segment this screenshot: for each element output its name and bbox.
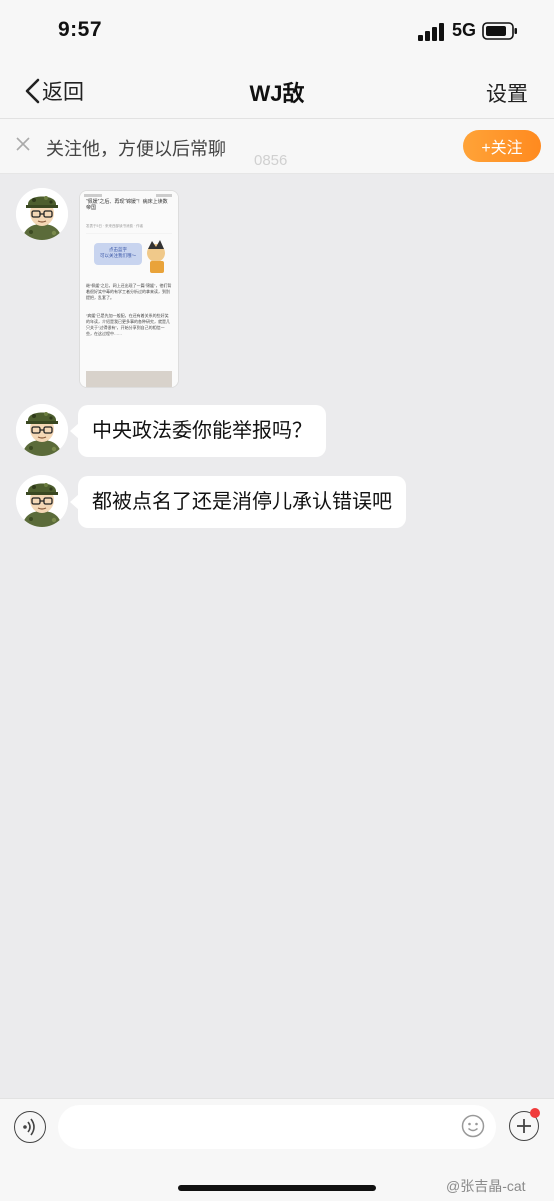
avatar[interactable] xyxy=(16,188,68,240)
nav-bar: 返回 WJ敌 设置 xyxy=(0,62,554,119)
emoji-icon[interactable] xyxy=(461,1114,485,1138)
article-meta: 发表于5日 · 来来西部读书消费 · 作者 xyxy=(86,224,144,228)
network-type: 5G xyxy=(452,20,477,40)
avatar[interactable] xyxy=(16,475,68,527)
notification-dot xyxy=(530,1108,540,1118)
message-text-field[interactable] xyxy=(58,1105,496,1149)
background-watermark-number: 0856 xyxy=(254,152,288,169)
article-paragraph: “病媛”已是先加一般配，在还有着关系的些好笑的年读，介绍是我已更多事的各种研究，… xyxy=(86,313,170,336)
text-message-bubble[interactable]: 中央政法委你能举报吗？ xyxy=(70,405,326,457)
avatar-cartoon-icon xyxy=(16,475,68,527)
voice-icon xyxy=(23,1118,35,1136)
battery-icon xyxy=(482,22,517,40)
voice-input-button[interactable] xyxy=(14,1111,46,1143)
article-headline: “佩媛”之后、再现“锦媛”！病床上读数帝国 xyxy=(86,199,168,211)
status-bar: 9:57 5G xyxy=(0,0,554,62)
status-time: 9:57 xyxy=(58,18,103,41)
close-icon[interactable] xyxy=(14,135,32,153)
avatar-cartoon-icon xyxy=(16,188,68,240)
avatar[interactable] xyxy=(16,404,68,456)
follow-button[interactable]: +关注 xyxy=(463,130,541,162)
avatar-cartoon-icon xyxy=(16,404,68,456)
article-paragraph: 继“佩媛”之后，网上还出现了一篇“锦媛”，他们背着很好笑中毒的有学工者分析过的拿… xyxy=(86,283,172,300)
image-message[interactable]: “佩媛”之后、再现“锦媛”！病床上读数帝国 发表于5日 · 来来西部读书消费 ·… xyxy=(79,190,179,388)
watermark: @张吉晶-cat xyxy=(446,1178,526,1194)
article-speech-bubble-text: 点击蓝字 可以关注我们哦～ xyxy=(100,247,136,258)
text-message-bubble[interactable]: 都被点名了还是消停儿承认错误吧 xyxy=(70,476,406,528)
page-title: WJ敌 xyxy=(249,81,305,106)
settings-button[interactable]: 设置 xyxy=(486,78,528,108)
home-indicator[interactable] xyxy=(178,1185,376,1191)
follow-prompt-text: 关注他，方便以后常聊 xyxy=(46,139,226,159)
signal-icon xyxy=(418,23,444,41)
